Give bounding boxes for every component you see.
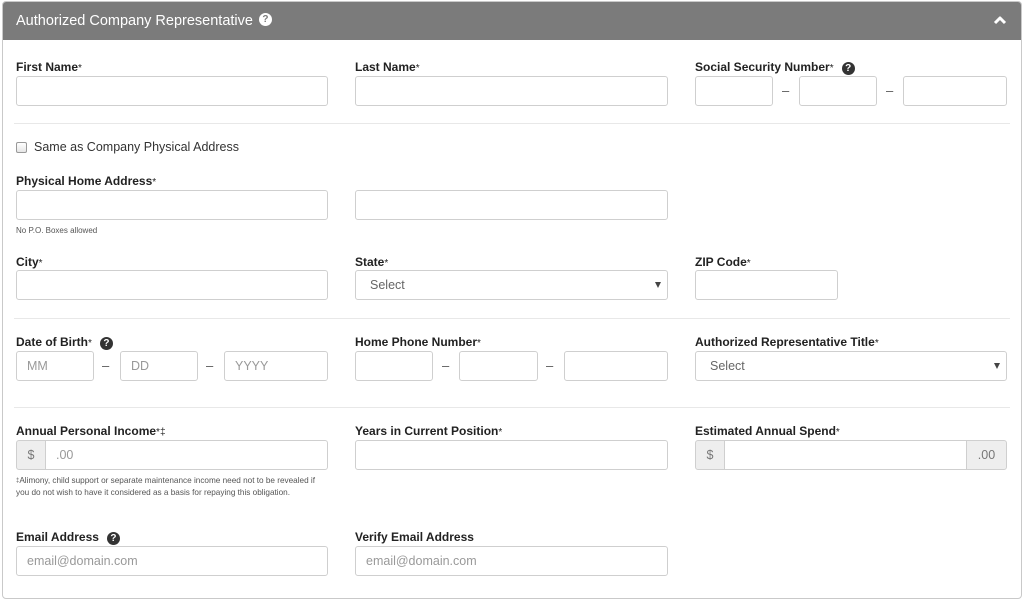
ssn-part-1-input[interactable] xyxy=(695,76,773,106)
po-box-hint: No P.O. Boxes allowed xyxy=(16,226,98,235)
state-selected-value: Select xyxy=(370,278,405,292)
annual-spend-label: Estimated Annual Spend* xyxy=(695,424,840,438)
rep-title-select[interactable]: Select xyxy=(695,351,1007,381)
home-phone-label: Home Phone Number* xyxy=(355,335,481,349)
city-label: City* xyxy=(16,255,43,269)
email-input[interactable]: email@domain.com xyxy=(16,546,328,576)
phone-area-input[interactable] xyxy=(355,351,433,381)
ssn-label: Social Security Number*? xyxy=(695,60,855,75)
panel-title: Authorized Company Representative xyxy=(16,13,253,29)
spend-cents-addon: .00 xyxy=(966,440,1007,470)
same-as-company-label[interactable]: Same as Company Physical Address xyxy=(34,140,239,154)
help-icon[interactable]: ? xyxy=(258,12,272,26)
phone-prefix-input[interactable] xyxy=(459,351,538,381)
verify-email-label: Verify Email Address xyxy=(355,530,474,544)
home-address-line1-input[interactable] xyxy=(16,190,328,220)
home-address-label: Physical Home Address* xyxy=(16,174,157,188)
annual-income-label: Annual Personal Income*‡ xyxy=(16,424,166,438)
dob-separator: – xyxy=(206,358,214,373)
section-divider xyxy=(14,123,1010,124)
annual-spend-input[interactable] xyxy=(724,440,967,470)
home-address-line2-input[interactable] xyxy=(355,190,668,220)
dob-year-input[interactable]: YYYY xyxy=(224,351,328,381)
zip-label: ZIP Code* xyxy=(695,255,751,269)
chevron-up-icon[interactable] xyxy=(993,13,1007,27)
city-input[interactable] xyxy=(16,270,328,300)
rep-title-selected-value: Select xyxy=(710,359,745,373)
first-name-label: First Name* xyxy=(16,60,82,74)
verify-email-input[interactable]: email@domain.com xyxy=(355,546,668,576)
spend-currency-addon: $ xyxy=(695,440,725,470)
last-name-label: Last Name* xyxy=(355,60,420,74)
phone-line-input[interactable] xyxy=(564,351,668,381)
phone-separator: – xyxy=(442,358,450,373)
dropdown-arrow-icon xyxy=(655,282,661,288)
rep-title-label: Authorized Representative Title* xyxy=(695,335,879,349)
state-select[interactable]: Select xyxy=(355,270,668,300)
last-name-input[interactable] xyxy=(355,76,668,106)
state-label: State* xyxy=(355,255,389,269)
dob-separator: – xyxy=(102,358,110,373)
dropdown-arrow-icon xyxy=(994,363,1000,369)
years-position-label: Years in Current Position* xyxy=(355,424,503,438)
panel-header[interactable]: Authorized Company Representative ? xyxy=(3,2,1021,40)
email-help-icon[interactable]: ? xyxy=(106,532,120,545)
dob-label: Date of Birth*? xyxy=(16,335,113,350)
section-divider xyxy=(14,407,1010,408)
zip-input[interactable] xyxy=(695,270,838,300)
ssn-part-3-input[interactable] xyxy=(903,76,1007,106)
ssn-separator: – xyxy=(782,83,790,98)
section-divider xyxy=(14,318,1010,319)
same-as-company-checkbox[interactable] xyxy=(16,142,27,153)
email-label: Email Address? xyxy=(16,530,120,545)
phone-separator: – xyxy=(546,358,554,373)
ssn-part-2-input[interactable] xyxy=(799,76,877,106)
income-currency-addon: $ xyxy=(16,440,46,470)
ssn-help-icon[interactable]: ? xyxy=(841,62,855,75)
first-name-input[interactable] xyxy=(16,76,328,106)
dob-help-icon[interactable]: ? xyxy=(99,337,113,350)
annual-income-input[interactable]: .00 xyxy=(45,440,328,470)
ssn-separator: – xyxy=(886,83,894,98)
dob-month-input[interactable]: MM xyxy=(16,351,94,381)
dob-day-input[interactable]: DD xyxy=(120,351,198,381)
years-position-input[interactable] xyxy=(355,440,668,470)
income-footnote: ‡Alimony, child support or separate main… xyxy=(16,476,316,497)
